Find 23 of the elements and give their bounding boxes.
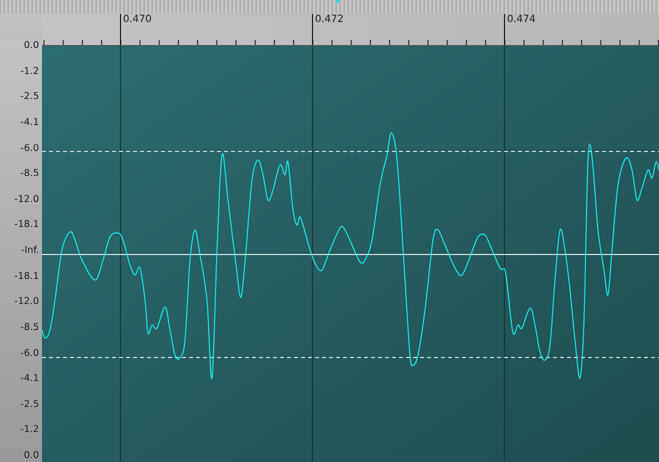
level-label: -12.0	[14, 296, 39, 308]
level-label: -2.5	[20, 91, 39, 104]
level-label: 0.0	[24, 40, 39, 52]
level-label: -Inf.	[21, 245, 39, 257]
level-label: -1.2	[20, 66, 39, 78]
time-label: 0.470	[123, 14, 152, 26]
level-label: -6.0	[20, 142, 39, 154]
time-label: 0.474	[507, 14, 536, 26]
level-label: -18.1	[14, 219, 39, 232]
level-label: -6.0	[20, 348, 39, 360]
level-label: 0.0	[24, 450, 39, 462]
position-marker-icon	[336, 0, 339, 3]
level-label: -18.1	[14, 270, 39, 283]
level-label: -4.1	[20, 116, 39, 129]
level-label: -8.5	[20, 322, 39, 334]
level-label: -8.5	[20, 168, 39, 180]
overview-strip[interactable]	[0, 0, 659, 14]
time-label: 0.472	[315, 14, 344, 26]
level-label: -1.2	[20, 424, 39, 436]
level-label: -2.5	[20, 398, 39, 411]
level-label: -12.0	[14, 194, 39, 206]
time-ruler[interactable]: 0.470 0.472 0.474	[42, 14, 659, 46]
level-label: -4.1	[20, 373, 39, 386]
